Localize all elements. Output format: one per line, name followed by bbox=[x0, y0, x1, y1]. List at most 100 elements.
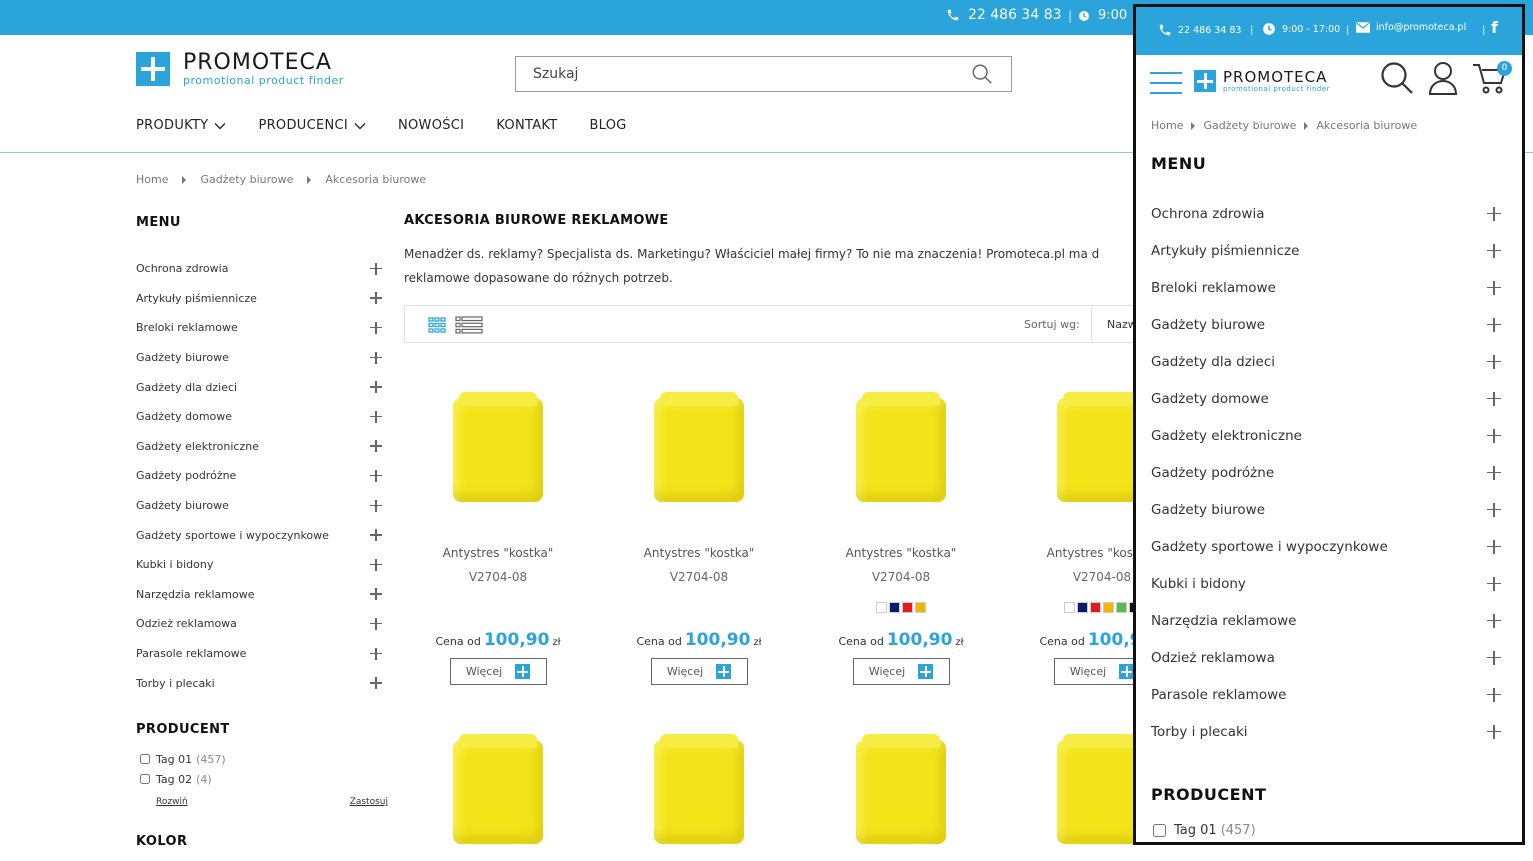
mobile-menu-item[interactable]: Artykuły piśmiennicze bbox=[1151, 232, 1503, 269]
product-card[interactable]: Antystres "kostka" V2704-08 Cena od100,90z… bbox=[1009, 392, 1134, 685]
sidebar-item[interactable]: Gadżety sportowe i wypoczynkowe bbox=[136, 520, 388, 550]
sidebar-item[interactable]: Gadżety domowe bbox=[136, 402, 388, 432]
color-swatch[interactable] bbox=[876, 602, 887, 613]
sidebar-item[interactable]: Narzędzia reklamowe bbox=[136, 580, 388, 610]
search-input[interactable] bbox=[516, 57, 956, 91]
breadcrumb-category[interactable]: Gadżety biurowe bbox=[1203, 119, 1296, 132]
user-icon[interactable] bbox=[1428, 61, 1458, 95]
plus-icon[interactable] bbox=[370, 351, 382, 364]
product-image[interactable] bbox=[453, 734, 543, 844]
color-swatch[interactable] bbox=[1077, 602, 1088, 613]
product-name[interactable]: Antystres "kostka" bbox=[1009, 546, 1134, 560]
sidebar-item[interactable]: Gadżety dla dzieci bbox=[136, 372, 388, 402]
product-card[interactable] bbox=[606, 734, 792, 844]
mobile-menu-item[interactable]: Gadżety podróżne bbox=[1151, 454, 1503, 491]
mobile-menu-item[interactable]: Gadżety dla dzieci bbox=[1151, 343, 1503, 380]
sidebar-item[interactable]: Artykuły piśmiennicze bbox=[136, 284, 388, 314]
product-image[interactable] bbox=[1057, 392, 1134, 502]
product-card[interactable] bbox=[1009, 734, 1134, 844]
nav-produkty[interactable]: PRODUKTY bbox=[136, 118, 226, 133]
plus-icon[interactable] bbox=[1487, 354, 1501, 369]
sidebar-item[interactable]: Torby i plecaki bbox=[136, 668, 388, 698]
product-card[interactable] bbox=[808, 734, 994, 844]
sidebar-item[interactable]: Ochrona zdrowia bbox=[136, 254, 388, 284]
nav-nowosci[interactable]: NOWOŚCI bbox=[398, 118, 464, 133]
product-image[interactable] bbox=[856, 734, 946, 844]
product-image[interactable] bbox=[453, 392, 543, 502]
mobile-menu-item[interactable]: Gadżety domowe bbox=[1151, 380, 1503, 417]
sidebar-item[interactable]: Breloki reklamowe bbox=[136, 313, 388, 343]
plus-icon[interactable] bbox=[370, 617, 382, 630]
tag-filter-row[interactable]: Tag 02 (4) bbox=[136, 769, 388, 789]
plus-icon[interactable] bbox=[370, 558, 382, 571]
plus-icon[interactable] bbox=[1487, 724, 1501, 739]
breadcrumb-home[interactable]: Home bbox=[1151, 119, 1183, 132]
plus-icon[interactable] bbox=[1487, 317, 1501, 332]
plus-icon[interactable] bbox=[1487, 502, 1501, 517]
plus-icon[interactable] bbox=[370, 529, 382, 542]
color-swatch[interactable] bbox=[1064, 602, 1075, 613]
plus-icon[interactable] bbox=[1487, 687, 1501, 702]
more-button[interactable]: Więcej bbox=[650, 658, 748, 685]
plus-icon[interactable] bbox=[1487, 613, 1501, 628]
plus-icon[interactable] bbox=[370, 677, 382, 690]
product-name[interactable]: Antystres "kostka" bbox=[808, 546, 994, 560]
sidebar-item[interactable]: Gadżety elektroniczne bbox=[136, 432, 388, 462]
plus-icon[interactable] bbox=[1487, 465, 1501, 480]
plus-icon[interactable] bbox=[1487, 539, 1501, 554]
plus-icon[interactable] bbox=[1487, 428, 1501, 443]
plus-icon[interactable] bbox=[1487, 650, 1501, 665]
plus-icon[interactable] bbox=[370, 499, 382, 512]
product-card[interactable]: Antystres "kostka" V2704-08 Cena od100,90z… bbox=[606, 392, 792, 685]
mobile-menu-item[interactable]: Gadżety biurowe bbox=[1151, 491, 1503, 528]
mobile-phone[interactable]: 22 486 34 83 bbox=[1158, 23, 1241, 37]
sidebar-item[interactable]: Parasole reklamowe bbox=[136, 639, 388, 669]
facebook-icon[interactable]: f bbox=[1491, 18, 1498, 37]
product-name[interactable]: Antystres "kostka" bbox=[606, 546, 792, 560]
tag-filter-row[interactable]: Tag 01 (457) bbox=[136, 749, 388, 769]
plus-icon[interactable] bbox=[370, 262, 382, 275]
more-button[interactable]: Więcej bbox=[852, 658, 950, 685]
plus-icon[interactable] bbox=[370, 440, 382, 453]
plus-icon[interactable] bbox=[370, 292, 382, 305]
product-image[interactable] bbox=[1057, 734, 1134, 844]
plus-icon[interactable] bbox=[370, 647, 382, 660]
color-swatch[interactable] bbox=[915, 602, 926, 613]
plus-icon[interactable] bbox=[370, 469, 382, 482]
plus-icon[interactable] bbox=[1487, 206, 1501, 221]
product-image[interactable] bbox=[654, 392, 744, 502]
mobile-menu-item[interactable]: Odzież reklamowa bbox=[1151, 639, 1503, 676]
color-swatch[interactable] bbox=[889, 602, 900, 613]
mobile-menu-item[interactable]: Gadżety elektroniczne bbox=[1151, 417, 1503, 454]
search-icon[interactable] bbox=[1380, 61, 1414, 95]
color-swatch[interactable] bbox=[1090, 602, 1101, 613]
product-name[interactable]: Antystres "kostka" bbox=[405, 546, 591, 560]
sidebar-item[interactable]: Gadżety biurowe bbox=[136, 491, 388, 521]
product-image[interactable] bbox=[654, 734, 744, 844]
mobile-menu-item[interactable]: Breloki reklamowe bbox=[1151, 269, 1503, 306]
hamburger-menu-icon[interactable] bbox=[1150, 72, 1182, 94]
site-logo[interactable]: PROMOTECA promotional product finder bbox=[136, 51, 344, 87]
plus-icon[interactable] bbox=[370, 321, 382, 334]
more-button[interactable]: Więcej bbox=[1053, 658, 1134, 685]
mobile-menu-item[interactable]: Gadżety sportowe i wypoczynkowe bbox=[1151, 528, 1503, 565]
tag-checkbox[interactable] bbox=[140, 754, 150, 764]
search-icon[interactable] bbox=[971, 63, 993, 85]
apply-link[interactable]: Zastosuj bbox=[350, 797, 388, 807]
color-swatch[interactable] bbox=[1103, 602, 1114, 613]
topbar-phone[interactable]: 22 486 34 83 bbox=[946, 7, 1062, 23]
product-image[interactable] bbox=[856, 392, 946, 502]
grid-view-icon[interactable] bbox=[428, 317, 446, 333]
sidebar-item[interactable]: Gadżety podróżne bbox=[136, 461, 388, 491]
sidebar-item[interactable]: Odzież reklamowa bbox=[136, 609, 388, 639]
mobile-menu-item[interactable]: Gadżety biurowe bbox=[1151, 306, 1503, 343]
mobile-logo[interactable]: PROMOTECA promotional product finder bbox=[1194, 69, 1330, 93]
tag-checkbox[interactable] bbox=[140, 774, 150, 784]
cart-button[interactable]: 0 bbox=[1472, 61, 1512, 95]
list-view-icon[interactable] bbox=[455, 316, 483, 334]
product-card[interactable]: Antystres "kostka" V2704-08 Cena od100,90z… bbox=[808, 392, 994, 685]
plus-icon[interactable] bbox=[1487, 280, 1501, 295]
color-swatch[interactable] bbox=[902, 602, 913, 613]
plus-icon[interactable] bbox=[370, 381, 382, 394]
mobile-menu-item[interactable]: Narzędzia reklamowe bbox=[1151, 602, 1503, 639]
